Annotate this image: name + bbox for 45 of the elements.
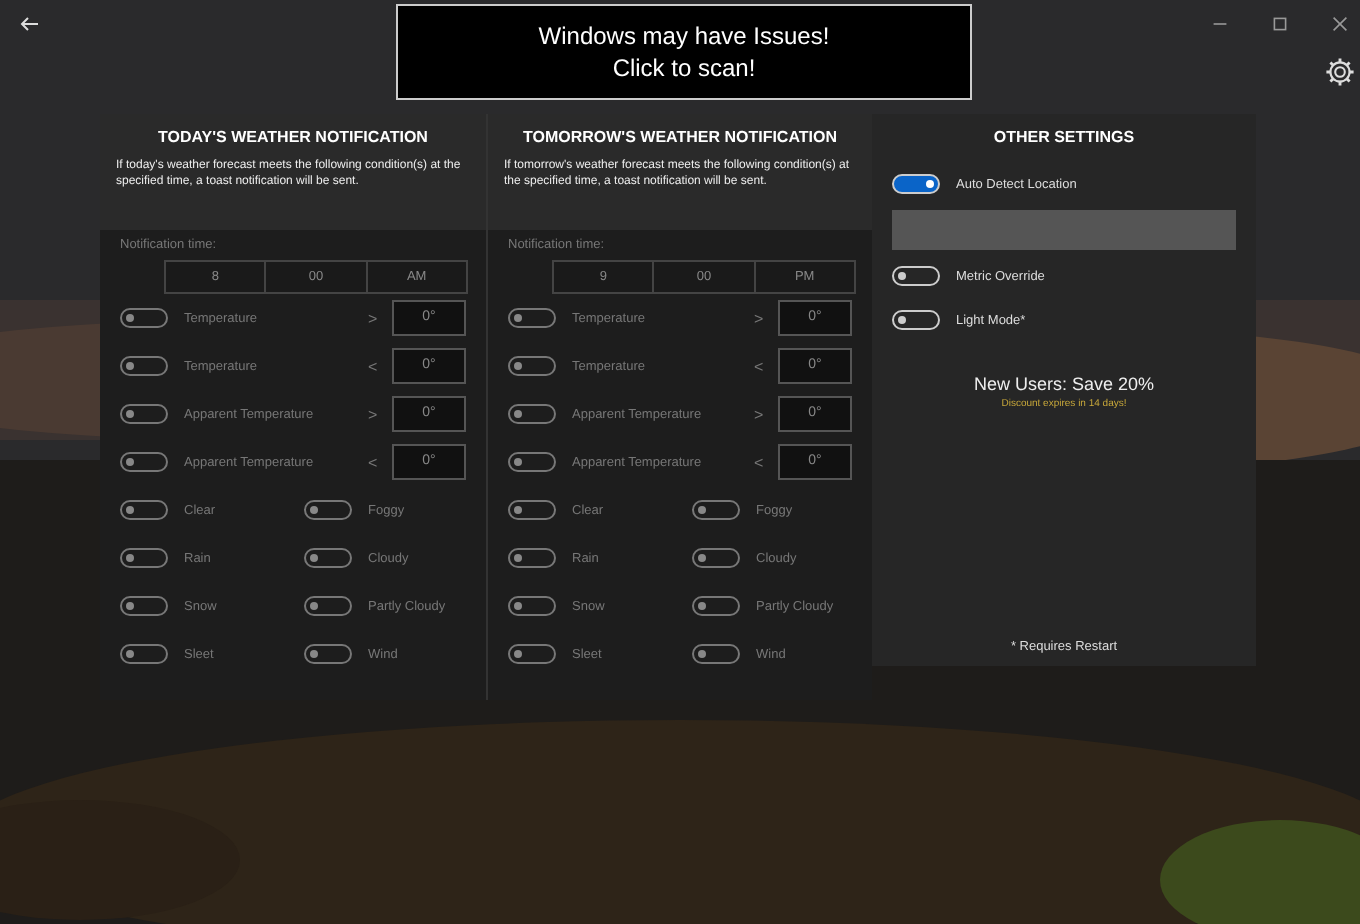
scan-banner[interactable]: Windows may have Issues! Click to scan!: [396, 4, 972, 100]
toggle-switch[interactable]: [892, 266, 940, 286]
panel-title: OTHER SETTINGS: [991, 128, 1137, 146]
toggle-switch[interactable]: [120, 500, 168, 520]
operator-sign: >: [368, 405, 380, 423]
toggle-switch[interactable]: [692, 500, 740, 520]
toggle-switch[interactable]: [304, 500, 352, 520]
toggle-switch[interactable]: [120, 452, 168, 472]
toggle-switch[interactable]: [692, 596, 740, 616]
toggle-switch[interactable]: [508, 596, 556, 616]
settings-icon[interactable]: [1324, 56, 1356, 88]
toggle-switch[interactable]: [120, 356, 168, 376]
toggle-switch[interactable]: [120, 644, 168, 664]
toggle-switch[interactable]: [508, 500, 556, 520]
toggle-switch[interactable]: [508, 452, 556, 472]
toggle-switch[interactable]: [120, 548, 168, 568]
toggle-switch[interactable]: [692, 548, 740, 568]
operator-sign: <: [754, 453, 766, 471]
toggle-switch[interactable]: [120, 404, 168, 424]
operator-sign: >: [754, 309, 766, 327]
toggle-switch[interactable]: [120, 308, 168, 328]
operator-sign: <: [368, 453, 380, 471]
toggle-switch[interactable]: [508, 644, 556, 664]
toggle-switch[interactable]: [508, 404, 556, 424]
toggle-switch[interactable]: [304, 596, 352, 616]
operator-sign: <: [754, 357, 766, 375]
promo-text[interactable]: New Users: Save 20%: [892, 374, 1236, 394]
maximize-icon[interactable]: [1272, 16, 1288, 32]
toggle-switch[interactable]: [304, 548, 352, 568]
operator-sign: >: [754, 405, 766, 423]
toggle-switch[interactable]: [892, 174, 940, 194]
close-icon[interactable]: [1332, 16, 1348, 32]
panel-title: TOMORROW'S WEATHER NOTIFICATION: [521, 128, 839, 146]
toggle-switch[interactable]: [692, 644, 740, 664]
panel-title: TODAY'S WEATHER NOTIFICATION: [156, 128, 430, 146]
back-arrow-icon[interactable]: [20, 14, 40, 34]
location-field[interactable]: [892, 210, 1236, 250]
toggle-switch[interactable]: [892, 310, 940, 330]
toggle-switch[interactable]: [304, 644, 352, 664]
toggle-switch[interactable]: [120, 596, 168, 616]
operator-sign: >: [368, 309, 380, 327]
operator-sign: <: [368, 357, 380, 375]
toggle-switch[interactable]: [508, 356, 556, 376]
toggle-switch[interactable]: [508, 308, 556, 328]
toggle-switch[interactable]: [508, 548, 556, 568]
